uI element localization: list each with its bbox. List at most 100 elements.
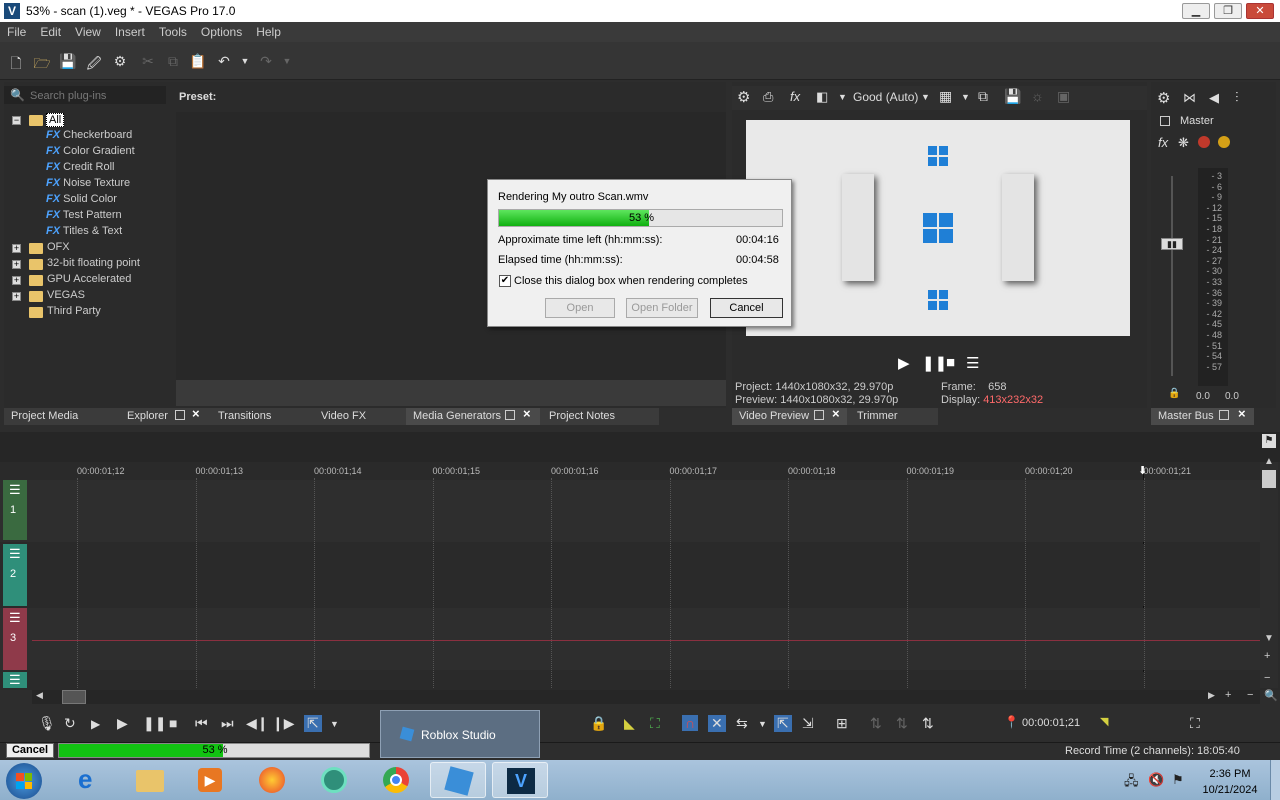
paste-icon[interactable]: 📋: [189, 53, 207, 70]
fx-icon[interactable]: fx: [790, 89, 800, 104]
tab-trimmer[interactable]: Trimmer: [850, 408, 898, 425]
mixer-icon[interactable]: ⫶: [1235, 89, 1239, 106]
menu-insert[interactable]: Insert: [108, 22, 152, 39]
close-icon[interactable]: ×: [832, 406, 840, 421]
preview-device-icon[interactable]: ⎙: [763, 89, 773, 105]
zoom-out-icon[interactable]: −: [1247, 689, 1253, 701]
horizontal-scrollbar[interactable]: [32, 690, 1260, 704]
close-button[interactable]: ✕: [1246, 3, 1274, 19]
video-track-2[interactable]: [0, 544, 1260, 606]
stop-icon[interactable]: ■: [169, 715, 177, 731]
undo-icon[interactable]: ↶: [215, 53, 233, 70]
tab-master-bus[interactable]: Master Bus: [1151, 408, 1214, 425]
cut-icon[interactable]: ✂: [139, 53, 157, 70]
menu-file[interactable]: File: [0, 22, 33, 39]
open-folder-button[interactable]: Open Folder: [626, 298, 698, 318]
playhead-marker-icon[interactable]: ⬇: [1138, 464, 1147, 477]
play-from-start-icon[interactable]: ▶: [91, 717, 100, 731]
track-menu-icon[interactable]: ☰: [9, 546, 21, 562]
undo-dropdown-icon[interactable]: ▼: [236, 56, 254, 66]
trim-icon[interactable]: ⇅: [896, 715, 908, 732]
settings-gear-icon[interactable]: ⚙: [737, 88, 750, 106]
snapping-icon[interactable]: ∩: [682, 715, 699, 731]
menu-options[interactable]: Options: [194, 22, 249, 39]
tree-item-solid-color[interactable]: FX Solid Color: [46, 193, 117, 205]
save-as-icon[interactable]: 🖉: [85, 53, 103, 77]
chevron-down-icon[interactable]: ▼: [758, 719, 767, 729]
scroll-up-icon[interactable]: ▲: [1264, 456, 1274, 467]
system-clock[interactable]: 2:36 PM 10/21/2024: [1195, 766, 1265, 798]
close-when-done-checkbox[interactable]: ✔: [499, 275, 511, 287]
tree-item-gpu[interactable]: GPU Accelerated: [47, 273, 131, 285]
scroll-right-icon[interactable]: ▶: [1208, 690, 1215, 701]
start-button[interactable]: [6, 763, 42, 799]
fullscreen-icon[interactable]: ▣: [1057, 88, 1070, 105]
play-icon[interactable]: ▶: [898, 354, 910, 372]
master-checkbox[interactable]: [1160, 116, 1170, 126]
close-icon[interactable]: ×: [523, 406, 531, 421]
next-frame-icon[interactable]: ❙▶: [272, 715, 295, 732]
tab-video-preview[interactable]: Video Preview: [732, 408, 847, 425]
scroll-left-icon[interactable]: ◀: [36, 690, 43, 701]
cancel-button[interactable]: Cancel: [710, 298, 783, 318]
dim-output-icon[interactable]: ◀: [1209, 90, 1219, 106]
downmix-icon[interactable]: ⋈: [1183, 90, 1196, 106]
zoom-tool-icon[interactable]: 🔍: [1264, 689, 1278, 702]
media-player-icon[interactable]: ▶: [182, 762, 238, 798]
normal-edit-tool-icon[interactable]: ⇱: [304, 715, 322, 732]
copy-icon[interactable]: ⧉: [164, 53, 182, 70]
internet-explorer-icon[interactable]: e: [62, 762, 118, 798]
tree-collapse-toggle[interactable]: −: [12, 116, 21, 125]
split-screen-icon[interactable]: ◧: [816, 89, 828, 105]
tree-item-titles-text[interactable]: FX Titles & Text: [46, 225, 122, 237]
stop-icon[interactable]: ■: [946, 354, 955, 371]
tree-expand-toggle[interactable]: +: [12, 292, 21, 301]
overlays-grid-icon[interactable]: ▦: [939, 88, 952, 105]
tree-expand-toggle[interactable]: +: [12, 244, 21, 253]
taskbar-preview-popup[interactable]: Roblox Studio: [380, 710, 540, 758]
tree-expand-toggle[interactable]: +: [12, 260, 21, 269]
chevron-down-icon[interactable]: ▼: [838, 92, 847, 102]
track-header-1[interactable]: ☰ 1: [3, 480, 27, 540]
cancel-render-button[interactable]: Cancel: [6, 743, 54, 758]
roblox-studio-taskbar-icon[interactable]: [430, 762, 486, 798]
tree-item-32bit[interactable]: 32-bit floating point: [47, 257, 140, 269]
tab-video-fx[interactable]: Video FX: [314, 408, 366, 425]
tab-float-icon[interactable]: [505, 410, 515, 420]
preview-quality-select[interactable]: Good (Auto): [853, 90, 918, 104]
go-to-start-icon[interactable]: ⏮: [195, 715, 208, 732]
save-icon[interactable]: 💾: [59, 53, 77, 70]
zoom-in-icon[interactable]: +: [1225, 689, 1231, 701]
preview-menu-icon[interactable]: ☰: [966, 354, 979, 372]
tab-float-icon[interactable]: [175, 410, 185, 420]
auto-crossfade-icon[interactable]: ✕: [708, 715, 726, 732]
close-icon[interactable]: ×: [192, 406, 200, 421]
chrome-icon[interactable]: [368, 762, 424, 798]
plugin-chain-icon[interactable]: ❋: [1178, 135, 1189, 151]
redo-dropdown-icon[interactable]: ▼: [278, 56, 296, 66]
plugin-search-input[interactable]: 🔍 Search plug-ins: [4, 86, 166, 104]
copy-snapshot-icon[interactable]: ⧉: [978, 88, 988, 105]
vegas-taskbar-icon[interactable]: V: [492, 762, 548, 798]
ripple-edit-icon[interactable]: ⇆: [736, 715, 748, 732]
action-center-flag-icon[interactable]: ⚑: [1172, 772, 1184, 788]
mute-icon[interactable]: [1198, 136, 1210, 148]
prev-frame-icon[interactable]: ◀❙: [246, 715, 269, 732]
save-snapshot-icon[interactable]: 💾: [1004, 88, 1021, 105]
maximize-button[interactable]: ❐: [1214, 3, 1242, 19]
tab-project-notes[interactable]: Project Notes: [542, 408, 615, 425]
lock-icon[interactable]: 🔒: [1168, 388, 1180, 399]
tree-item-ofx[interactable]: OFX: [47, 241, 70, 253]
open-button[interactable]: Open: [545, 298, 615, 318]
pause-icon[interactable]: ❚❚: [143, 715, 166, 732]
settings-gear-icon[interactable]: ⚙: [111, 53, 129, 70]
new-file-icon[interactable]: 🗋: [7, 53, 25, 77]
marker-icon[interactable]: ◣: [624, 715, 635, 732]
record-icon[interactable]: 🎙: [38, 715, 56, 732]
tree-item-test-pattern[interactable]: FX Test Pattern: [46, 209, 122, 221]
file-explorer-icon[interactable]: [122, 762, 178, 798]
tab-project-media[interactable]: Project Media: [4, 408, 78, 425]
tab-transitions[interactable]: Transitions: [211, 408, 271, 425]
chevron-down-icon[interactable]: ▼: [921, 92, 930, 102]
vertical-scroll-thumb[interactable]: [1262, 470, 1276, 488]
